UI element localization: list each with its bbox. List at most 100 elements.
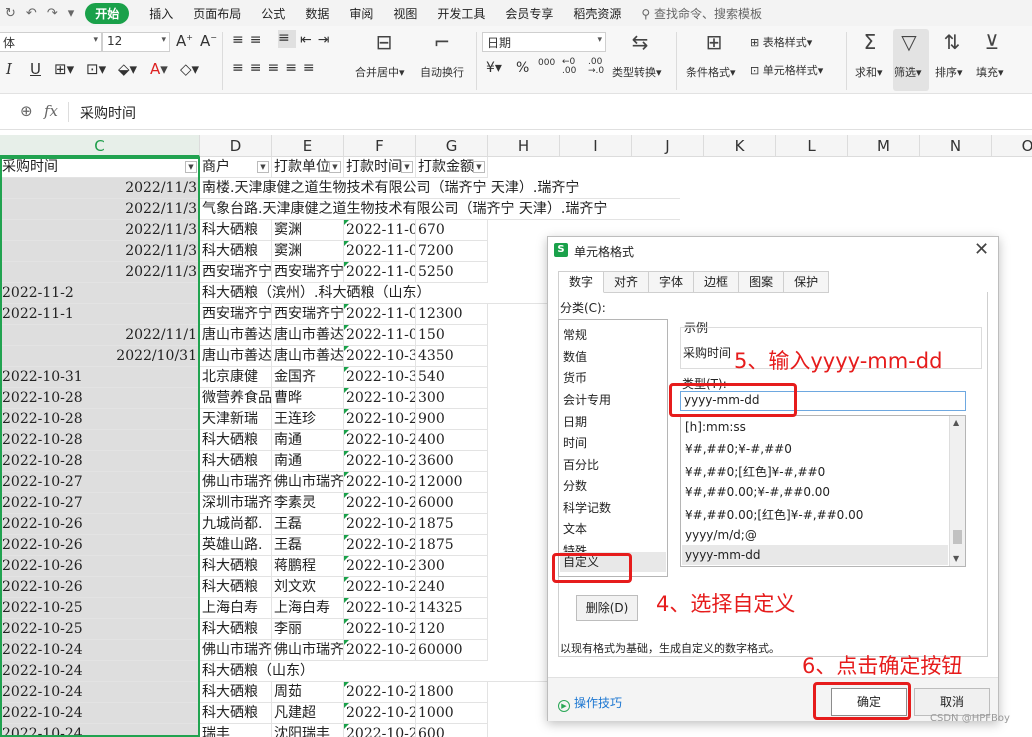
cell-amount[interactable]: 3600: [416, 451, 488, 472]
menu-review[interactable]: 审阅: [349, 5, 373, 22]
cell-pay-time[interactable]: 2022-10-2: [344, 388, 416, 409]
clear-format-icon[interactable]: ◇▾: [180, 60, 199, 78]
cell-merchant[interactable]: 科大硒粮: [200, 220, 272, 241]
cell-merchant[interactable]: 科大硒粮: [200, 430, 272, 451]
cell-purchase-time[interactable]: 2022/11/3: [0, 199, 200, 220]
filter-icon[interactable]: ▽: [897, 30, 921, 54]
filter-dropdown-icon[interactable]: ▼: [473, 161, 485, 173]
header-cell-amount[interactable]: 打款金额 ▼: [416, 157, 488, 178]
cell-purchase-time[interactable]: 2022-10-25: [0, 619, 200, 640]
category-item[interactable]: 分数: [563, 477, 587, 494]
italic-icon[interactable]: I: [6, 60, 12, 78]
filter-dropdown-icon[interactable]: ▼: [257, 161, 269, 173]
cell-pay-time[interactable]: 2022-10-2: [344, 472, 416, 493]
cell-payer[interactable]: 李素灵: [272, 493, 344, 514]
column-header-i[interactable]: I: [560, 135, 632, 157]
format-item[interactable]: ¥#,##0;[红色]¥-#,##0: [685, 463, 825, 480]
cell-purchase-time[interactable]: 2022-10-24: [0, 724, 200, 737]
cell-merchant[interactable]: 科大硒粮: [200, 682, 272, 703]
merge-center-button[interactable]: 合并居中▾: [355, 64, 405, 80]
cell-pay-time[interactable]: 2022-10-2: [344, 535, 416, 556]
cell-payer[interactable]: 唐山市善达: [272, 325, 344, 346]
percent-button[interactable]: %: [516, 60, 529, 76]
cell-amount[interactable]: 120: [416, 619, 488, 640]
cell-purchase-time[interactable]: 2022/11/3: [0, 241, 200, 262]
cell-amount[interactable]: 4350: [416, 346, 488, 367]
cell-payer[interactable]: 南通: [272, 430, 344, 451]
cell-merchant[interactable]: 科大硒粮: [200, 241, 272, 262]
cell-purchase-time[interactable]: 2022-10-26: [0, 577, 200, 598]
column-header-e[interactable]: E: [272, 135, 344, 157]
scroll-down-icon[interactable]: ▼: [953, 554, 959, 563]
column-header-f[interactable]: F: [344, 135, 416, 157]
tab-font[interactable]: 字体: [649, 271, 695, 293]
cell-merchant[interactable]: 九城尚都.: [200, 514, 272, 535]
cell-purchase-time[interactable]: 2022-10-27: [0, 472, 200, 493]
format-list-scrollbar[interactable]: ▲ ▼: [949, 416, 965, 566]
filter-dropdown-icon[interactable]: ▼: [185, 161, 197, 173]
formula-input[interactable]: 采购时间: [80, 103, 136, 123]
fx-icon[interactable]: fx: [44, 102, 58, 120]
underline-icon[interactable]: U: [30, 60, 41, 78]
column-header-g[interactable]: G: [416, 135, 488, 157]
cell-merchant[interactable]: 科大硒粮: [200, 451, 272, 472]
cell-amount[interactable]: 7200: [416, 241, 488, 262]
cell-amount[interactable]: 400: [416, 430, 488, 451]
format-item[interactable]: ¥#,##0.00;¥-#,##0.00: [685, 485, 830, 499]
cell-purchase-time[interactable]: 2022/10/31: [0, 346, 200, 367]
column-header-c[interactable]: C: [0, 135, 200, 157]
category-item[interactable]: 数值: [563, 348, 587, 365]
format-item[interactable]: [h]:mm:ss: [685, 420, 746, 434]
cell-purchase-time[interactable]: 2022-10-27: [0, 493, 200, 514]
cell-purchase-time[interactable]: 2022-10-24: [0, 682, 200, 703]
cell-purchase-time[interactable]: 2022-10-28: [0, 430, 200, 451]
cell-amount[interactable]: 5250: [416, 262, 488, 283]
close-icon[interactable]: ✕: [974, 239, 989, 260]
format-item[interactable]: yyyy/m/d;@: [685, 528, 757, 542]
cell-pay-time[interactable]: 2022-10-2: [344, 724, 416, 737]
cell-merchant[interactable]: 唐山市善达: [200, 346, 272, 367]
redo-arrow-icon[interactable]: ↷: [47, 6, 58, 21]
cell-merchant[interactable]: 唐山市善达: [200, 325, 272, 346]
cell-payer[interactable]: 窦渊: [272, 241, 344, 262]
cell-purchase-time[interactable]: 2022-10-31: [0, 367, 200, 388]
cell-merchant[interactable]: 深圳市瑞齐: [200, 493, 272, 514]
cell-pay-time[interactable]: 2022-10-2: [344, 409, 416, 430]
cell-pay-time[interactable]: 2022-10-2: [344, 493, 416, 514]
column-header-m[interactable]: M: [848, 135, 920, 157]
header-cell-payer[interactable]: 打款单位 ▼: [272, 157, 344, 178]
cell-payer[interactable]: 佛山市瑞齐: [272, 640, 344, 661]
cell-amount[interactable]: 540: [416, 367, 488, 388]
cell-merchant[interactable]: 北京康健: [200, 367, 272, 388]
font-size-select[interactable]: 12 ▾: [102, 32, 170, 52]
cell-pay-time[interactable]: 2022-10-3: [344, 346, 416, 367]
cell-payer[interactable]: 窦渊: [272, 220, 344, 241]
conditional-format-button[interactable]: 条件格式▾: [686, 64, 736, 80]
cell-payer[interactable]: 王磊: [272, 514, 344, 535]
wrap-text-icon[interactable]: ⌐: [430, 30, 454, 54]
cell-pay-time[interactable]: 2022-10-2: [344, 640, 416, 661]
tab-pattern[interactable]: 图案: [739, 271, 785, 293]
category-item[interactable]: 常规: [563, 326, 587, 343]
cell-merchant[interactable]: 英雄山路.: [200, 535, 272, 556]
cell-amount[interactable]: 1000: [416, 703, 488, 724]
cell-amount[interactable]: 670: [416, 220, 488, 241]
filter-button[interactable]: 筛选▾: [894, 64, 922, 80]
column-header-h[interactable]: H: [488, 135, 560, 157]
type-convert-icon[interactable]: ⇆: [628, 30, 652, 54]
cell-pay-time[interactable]: 2022-10-2: [344, 451, 416, 472]
column-header-o[interactable]: O: [992, 135, 1032, 157]
cell-amount[interactable]: 600: [416, 724, 488, 737]
cell-amount[interactable]: 900: [416, 409, 488, 430]
conditional-format-icon[interactable]: ⊞: [702, 30, 726, 54]
cell-pay-time[interactable]: 2022-10-2: [344, 598, 416, 619]
cell-amount[interactable]: 6000: [416, 493, 488, 514]
cell-pay-time[interactable]: 2022-10-2: [344, 703, 416, 724]
cell-merchant[interactable]: 南楼.天津康健之道生物技术有限公司（瑞齐宁 天津）.瑞齐宁: [200, 178, 680, 199]
menu-data[interactable]: 数据: [305, 5, 329, 22]
scroll-thumb[interactable]: [953, 530, 962, 544]
fill-border-icon[interactable]: ⊡▾: [86, 60, 106, 78]
cell-pay-time[interactable]: 2022-11-0: [344, 304, 416, 325]
cell-purchase-time[interactable]: 2022-10-28: [0, 388, 200, 409]
cell-pay-time[interactable]: 2022-11-0: [344, 241, 416, 262]
